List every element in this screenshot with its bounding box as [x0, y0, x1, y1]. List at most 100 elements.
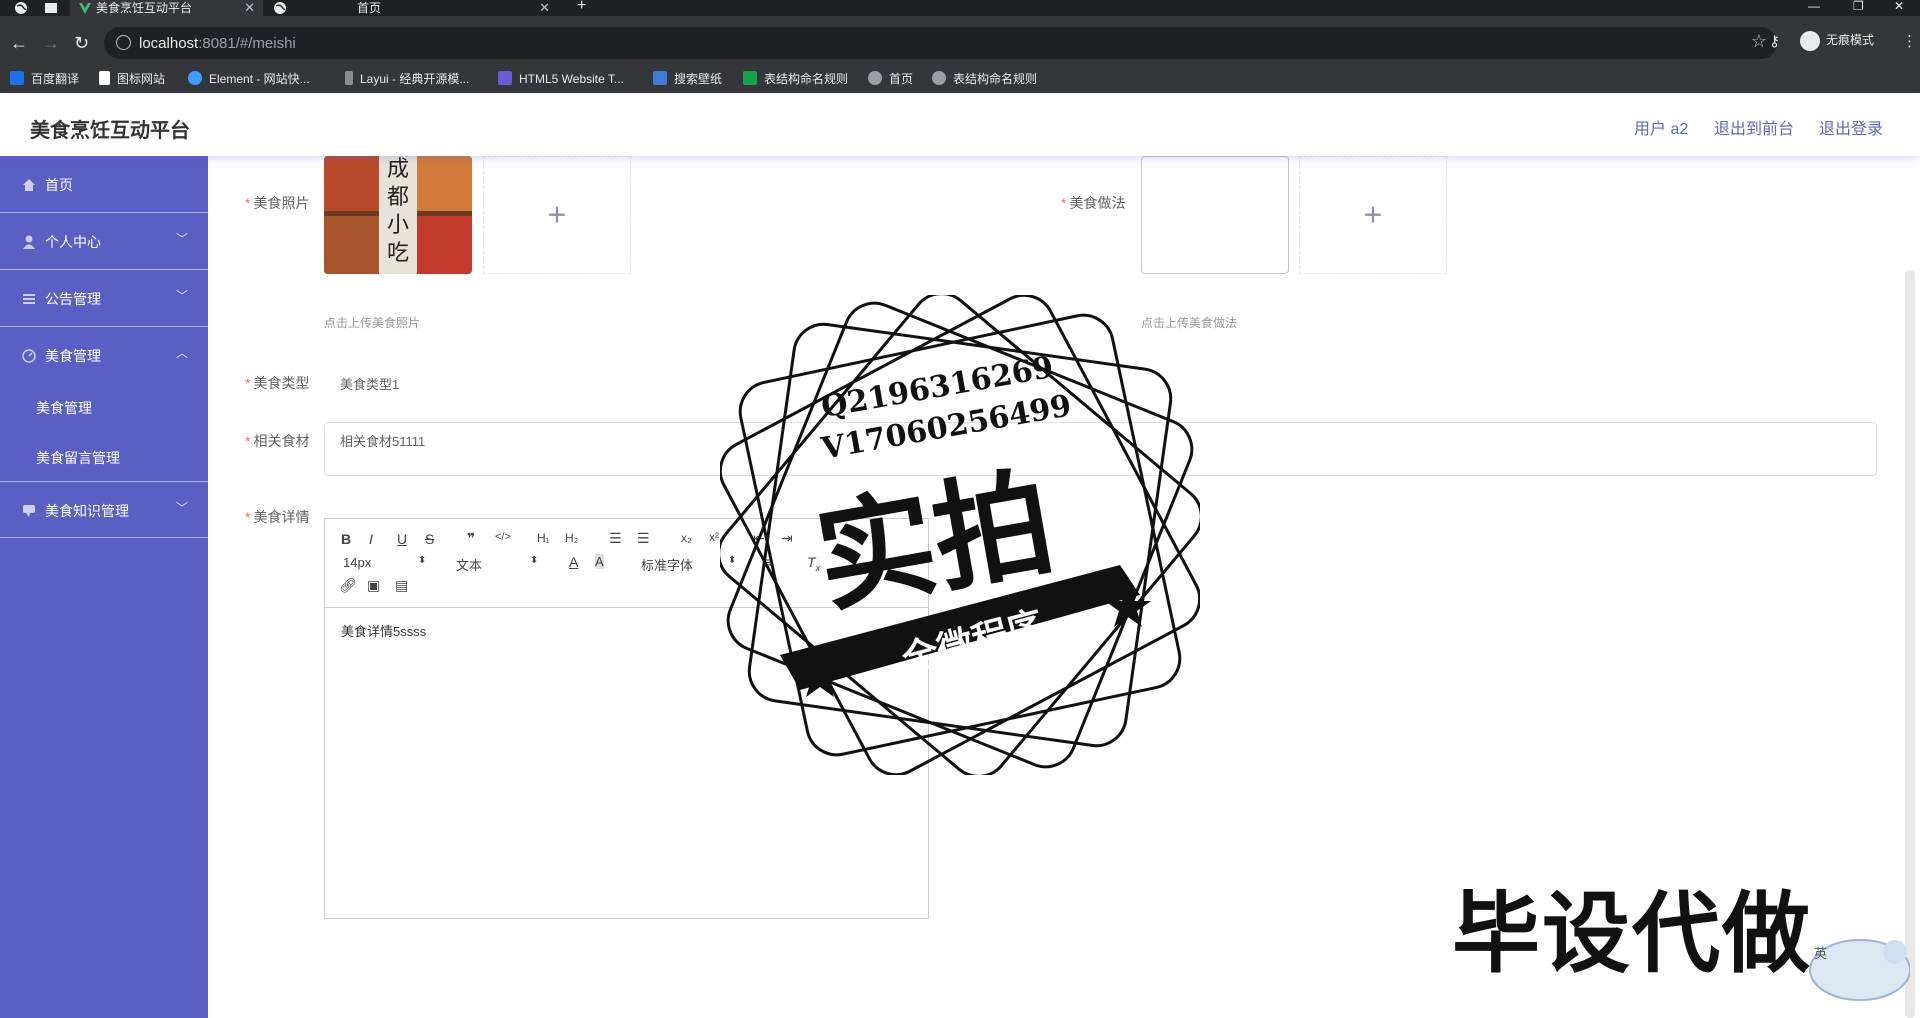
user-icon [23, 235, 35, 249]
chat-icon [23, 505, 35, 517]
element-icon [188, 71, 202, 85]
select-arrows-icon: ⬍ [418, 555, 427, 566]
font-color-icon[interactable]: A [569, 554, 578, 570]
tab-active[interactable]: 美食烹饪互动平台 ✕ [70, 0, 263, 16]
bullet-list-icon[interactable]: ☰ [637, 530, 650, 547]
photo-hint: 点击上传美食照片 [324, 316, 421, 330]
superscript-icon[interactable]: x² [709, 530, 719, 544]
bookmark-item[interactable]: 搜索壁纸 [653, 71, 722, 87]
method-label: * 美食做法 [1061, 195, 1126, 211]
header-select[interactable]: 文本 [456, 555, 482, 574]
tab-home[interactable]: 首页 ✕ [263, 0, 558, 16]
forward-icon[interactable]: → [42, 34, 60, 52]
close-tab-icon[interactable]: ✕ [244, 0, 255, 16]
chevron-down-icon: ﹀ [175, 289, 188, 303]
bookmark-item[interactable]: Element - 网站快... [188, 71, 310, 87]
home-icon [23, 179, 35, 191]
menu-dots-icon[interactable]: ⋮ [1902, 33, 1917, 51]
strike-icon[interactable]: S [425, 531, 434, 547]
bold-icon[interactable]: B [341, 531, 351, 547]
user-label: 用户 a2 [1634, 121, 1689, 138]
sidebar-item-food[interactable]: 美食管理 ︿ [0, 327, 208, 384]
sidebar-item-label: 公告管理 [45, 291, 101, 307]
sidebar-item-label: 首页 [45, 177, 73, 193]
bookmark-item[interactable]: 图标网站 [99, 71, 165, 87]
layui-icon [345, 71, 353, 85]
bookmark-item[interactable]: Layui - 经典开源模... [345, 71, 469, 87]
reload-icon[interactable]: ↻ [74, 34, 89, 52]
underline-icon[interactable]: U [397, 531, 407, 547]
tab-title: 首页 [357, 1, 382, 15]
italic-icon[interactable]: I [369, 531, 373, 547]
key-icon[interactable]: ⚷ [1769, 33, 1780, 51]
sidebar-subitem-food-manage[interactable]: 美食管理 [36, 398, 92, 418]
info-icon[interactable] [116, 35, 131, 50]
bookmark-item[interactable]: 百度翻译 [10, 71, 79, 87]
minimize-icon[interactable]: — [1808, 0, 1820, 12]
method-preview[interactable] [1141, 156, 1289, 274]
photo-upload-button[interactable]: + [483, 156, 631, 274]
browser-tab-bar: 美食烹饪互动平台 ✕ 首页 ✕ + — ❐ ✕ [0, 0, 1920, 16]
sidebar-item-knowledge[interactable]: 美食知识管理 ﹀ [0, 481, 208, 538]
sheet-icon [743, 71, 757, 85]
bookmark-item[interactable]: 表结构命名规则 [743, 71, 848, 87]
bookmark-item[interactable]: 表结构命名规则 [932, 71, 1037, 87]
h1-icon[interactable]: H₁ [537, 531, 550, 545]
ingredients-value: 相关食材51111 [340, 434, 426, 449]
chevron-down-icon: ﹀ [175, 501, 188, 515]
type-select[interactable]: 美食类型1 [340, 374, 399, 393]
vue-icon [79, 3, 91, 14]
sidebar: 首页 个人中心 ﹀ 公告管理 ﹀ 美食管理 ︿ 美食管理 美食留言管理 美食知识… [0, 156, 208, 1018]
tab-title: 美食烹饪互动平台 [96, 1, 193, 15]
font-family-select[interactable]: 标准字体 [641, 555, 693, 574]
food-photo-caption: 成都小吃 [386, 157, 409, 266]
sidebar-subitem-food-comments[interactable]: 美食留言管理 [36, 448, 120, 468]
ime-mascot[interactable]: 英 [1800, 930, 1911, 1005]
h2-icon[interactable]: H₂ [565, 531, 578, 545]
app-header: 美食烹饪互动平台 用户 a2 退出到前台 退出登录 [0, 94, 1920, 156]
background-color-icon[interactable]: A [595, 554, 604, 569]
back-icon[interactable]: ← [10, 34, 28, 52]
bookmark-item[interactable]: HTML5 Website T... [498, 71, 624, 87]
quote-icon[interactable]: ❞ [467, 530, 475, 547]
bookmark-star-icon[interactable]: ☆ [1751, 31, 1767, 52]
code-icon[interactable]: </> [495, 531, 511, 543]
incognito-profile[interactable]: 无痕模式 [1800, 31, 1874, 51]
page-scrollbar[interactable] [1905, 270, 1915, 1018]
sidebar-item-personal[interactable]: 个人中心 ﹀ [0, 213, 208, 270]
ime-label: 英 [1814, 946, 1828, 961]
address-bar[interactable]: localhost:8081/#/meishi ☆ [104, 27, 1777, 59]
url-text[interactable]: localhost:8081/#/meishi [139, 35, 296, 52]
link-icon[interactable]: 🔗︎ [339, 577, 357, 594]
sidebar-item-home[interactable]: 首页 [0, 156, 208, 213]
font-size-select[interactable]: 14px [343, 555, 371, 570]
sidebar-item-notice[interactable]: 公告管理 ﹀ [0, 270, 208, 327]
restore-icon[interactable]: ❐ [1853, 0, 1864, 12]
type-label: * 美食类型 [245, 375, 310, 391]
globe-icon[interactable] [14, 1, 28, 15]
tab-search-icon[interactable] [44, 1, 58, 15]
sidebar-item-label: 美食知识管理 [45, 503, 129, 519]
editor-content[interactable]: 美食详情5ssss [341, 621, 426, 640]
bookmarks-bar: 百度翻译 图标网站 Element - 网站快... Layui - 经典开源模… [0, 63, 1920, 93]
ime-mascot-icon [1809, 939, 1911, 1001]
logout-link[interactable]: 退出登录 [1819, 115, 1883, 139]
subscript-icon[interactable]: x₂ [681, 531, 692, 545]
incognito-icon [1800, 31, 1820, 51]
ordered-list-icon[interactable]: ☰ [609, 530, 622, 547]
sidebar-item-label: 个人中心 [45, 234, 101, 250]
image-icon[interactable]: ▣ [367, 577, 380, 594]
method-upload-button[interactable]: + [1299, 156, 1447, 274]
bookmark-item[interactable]: 首页 [868, 71, 913, 87]
new-tab-button[interactable]: + [577, 0, 586, 14]
select-arrows-icon: ⬍ [530, 555, 539, 566]
close-tab-icon[interactable]: ✕ [539, 0, 550, 16]
watermark-bottom-text: 毕设代做 [1452, 884, 1813, 983]
flag-icon [99, 71, 110, 85]
globe-icon [932, 71, 946, 85]
food-photo-thumbnail[interactable]: 成都小吃 [324, 156, 472, 274]
back-to-front-link[interactable]: 退出到前台 [1714, 115, 1794, 139]
video-icon[interactable]: ▤ [395, 577, 408, 594]
watermark-stamp: Q2196316269 V17060256499 实拍 全微程序 [717, 292, 1203, 778]
close-window-icon[interactable]: ✕ [1894, 0, 1904, 12]
